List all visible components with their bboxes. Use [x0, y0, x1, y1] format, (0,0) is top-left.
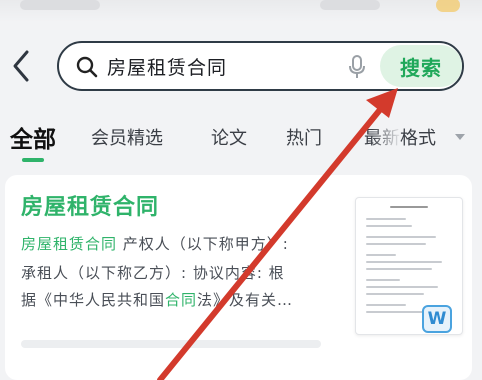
- back-arrow-icon[interactable]: [8, 48, 36, 84]
- search-input[interactable]: 房屋租赁合同: [107, 53, 227, 80]
- status-bar: [0, 0, 482, 22]
- word-file-icon: W: [422, 305, 452, 333]
- active-tab-indicator: [22, 158, 44, 162]
- thumb-line: [366, 225, 412, 227]
- thumb-line: [366, 218, 406, 220]
- result-snippet-line: 承租人（以下称乙方）: 协议内容: 根: [21, 264, 285, 282]
- tab-all[interactable]: 全部: [10, 120, 56, 154]
- snippet-highlight: 合同: [165, 291, 198, 309]
- microphone-icon[interactable]: [347, 54, 367, 80]
- search-result-card[interactable]: 房屋租赁合同 房屋租赁合同 产权人（以下称甲方）: 承租人（以下称乙方）: 协议…: [5, 175, 472, 380]
- snippet-text: 产权人（以下称甲方）:: [117, 235, 289, 253]
- search-button[interactable]: 搜索: [380, 45, 462, 87]
- thumb-line: [366, 304, 406, 306]
- result-snippet-line: 房屋租赁合同 产权人（以下称甲方）:: [21, 233, 289, 254]
- thumb-line: [366, 261, 442, 263]
- filter-tabs: 全部 会员精选 论文 热门 最新 格式: [0, 118, 482, 162]
- thumb-line: [366, 243, 426, 245]
- tab-papers[interactable]: 论文: [211, 124, 247, 150]
- thumb-heading-line: [390, 206, 428, 208]
- tab-fade: [372, 118, 402, 158]
- status-bar-item: [20, 0, 100, 10]
- tab-member-picks[interactable]: 会员精选: [91, 124, 163, 150]
- result-meta: [21, 340, 321, 348]
- thumb-line: [366, 268, 432, 270]
- notification-dot: [436, 0, 460, 12]
- tab-popular[interactable]: 热门: [286, 124, 322, 150]
- status-bar-item: [320, 0, 380, 10]
- search-icon: [76, 56, 98, 78]
- snippet-text: 据《中华人民共和国: [21, 291, 166, 309]
- thumb-line: [366, 236, 436, 238]
- result-title[interactable]: 房屋租赁合同: [21, 189, 159, 221]
- caret-down-icon[interactable]: [455, 134, 465, 140]
- format-filter[interactable]: 格式: [400, 124, 436, 150]
- search-bar[interactable]: 房屋租赁合同 搜索: [57, 41, 464, 91]
- thumb-line: [366, 293, 424, 295]
- thumb-line: [366, 286, 438, 288]
- thumb-line: [366, 254, 396, 256]
- result-snippet-line: 据《中华人民共和国合同法》及有关…: [21, 289, 293, 310]
- snippet-text: 法》及有关…: [197, 291, 294, 309]
- thumb-line: [366, 279, 400, 281]
- snippet-highlight: 房屋租赁合同: [21, 235, 118, 253]
